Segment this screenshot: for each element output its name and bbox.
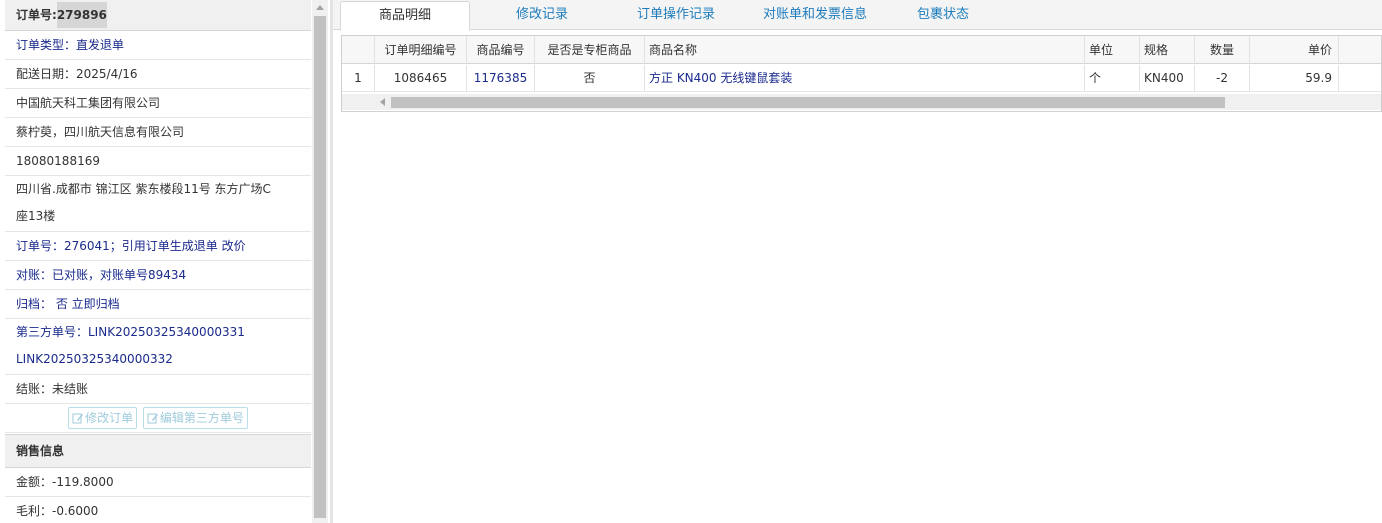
order-info-content: 订单号:279896 订单类型：直发退单 配送日期：2025/4/16 中国航天… [5,0,311,523]
order-number-header: 订单号:279896 [5,0,311,31]
cell-product-name-link[interactable]: 方正 KN400 无线键鼠套装 [645,65,1085,92]
header-is-counter[interactable]: 是否是专柜商品 [535,36,645,64]
header-unit[interactable]: 单位 [1085,36,1140,64]
edit-icon [147,413,158,424]
cell-product-id-link[interactable]: 1176385 [467,65,535,92]
header-spec[interactable]: 规格 [1140,36,1195,64]
delivery-date: 配送日期：2025/4/16 [5,60,311,89]
row-index: 1 [342,65,375,92]
sales-gross-profit: 毛利：-0.6000 [5,497,311,523]
order-type: 订单类型：直发退单 [5,31,311,60]
tab-order-operation-records[interactable]: 订单操作记录 [615,0,737,30]
order-number-label: 订单号: [16,8,57,22]
grid-header: 订单明细编号 商品编号 是否是专柜商品 商品名称 单位 规格 数量 单价 [342,36,1381,64]
header-product-id[interactable]: 商品编号 [467,36,535,64]
tab-reconcile-invoice[interactable]: 对账单和发票信息 [753,0,877,30]
detail-panel: 商品明细 修改记录 订单操作记录 对账单和发票信息 包裹状态 订单明细编号 商品… [333,0,1382,523]
order-number-value[interactable]: 279896 [56,2,107,28]
third-party-numbers: 第三方单号：LINK20250325340000331 LINK20250325… [5,319,311,375]
archive-status[interactable]: 归档： 否 立即归档 [5,290,311,319]
sales-amount: 金额：-119.8000 [5,468,311,497]
company-name: 中国航天科工集团有限公司 [5,89,311,118]
left-scrollbar-thumb[interactable] [314,16,326,518]
cell-is-counter: 否 [535,65,645,92]
settlement-status: 结账：未结账 [5,375,311,404]
phone-number: 18080188169 [5,147,311,176]
edit-icon [72,413,84,424]
header-quantity[interactable]: 数量 [1195,36,1250,64]
cell-detail-id: 1086465 [375,65,467,92]
tab-modify-records[interactable]: 修改记录 [481,0,603,30]
tab-bar: 商品明细 修改记录 订单操作记录 对账单和发票信息 包裹状态 [333,0,1382,31]
third-party-line-2: LINK20250325340000332 [16,352,173,366]
tab-package-status[interactable]: 包裹状态 [893,0,993,30]
scroll-up-arrow-icon[interactable] [316,5,324,10]
header-index [342,36,375,64]
cell-quantity: -2 [1195,65,1250,92]
grid-horizontal-scrollbar[interactable] [342,94,1381,110]
address-line-2: 座13楼 [16,209,56,223]
order-info-panel: 订单号:279896 订单类型：直发退单 配送日期：2025/4/16 中国航天… [0,0,330,523]
product-detail-grid: 订单明细编号 商品编号 是否是专柜商品 商品名称 单位 规格 数量 单价 1 1… [341,35,1382,112]
header-detail-id[interactable]: 订单明细编号 [375,36,467,64]
edit-third-party-label: 编辑第三方单号 [159,411,244,425]
edit-order-button[interactable]: 修改订单 [68,407,138,429]
table-row[interactable]: 1 1086465 1176385 否 方正 KN400 无线键鼠套装 个 KN… [342,65,1381,92]
header-unit-price[interactable]: 单价 [1250,36,1339,64]
sales-info-title: 销售信息 [5,434,311,468]
edit-order-label: 修改订单 [85,411,134,425]
address-line-1: 四川省.成都市 锦江区 紫东楼段11号 东方广场C [16,182,271,196]
grid-scrollbar-thumb[interactable] [391,97,1225,108]
reference-order[interactable]: 订单号：276041；引用订单生成退单 改价 [5,232,311,261]
cell-unit: 个 [1085,65,1140,92]
action-buttons: 修改订单 编辑第三方单号 [5,404,311,433]
cell-unit-price: 59.9 [1250,65,1339,92]
cell-spec: KN400 [1140,65,1195,92]
left-vertical-scrollbar[interactable] [312,0,328,523]
tab-product-details[interactable]: 商品明细 [340,1,470,31]
edit-third-party-button[interactable]: 编辑第三方单号 [142,407,248,429]
header-product-name[interactable]: 商品名称 [645,36,1085,64]
delivery-address: 四川省.成都市 锦江区 紫东楼段11号 东方广场C 座13楼 [5,176,311,232]
third-party-line-1: 第三方单号：LINK20250325340000331 [16,325,245,339]
scroll-left-arrow-icon[interactable] [380,98,385,106]
reconcile-status[interactable]: 对账：已对账，对账单号89434 [5,261,311,290]
contact-info: 蔡柠萸，四川航天信息有限公司 [5,118,311,147]
